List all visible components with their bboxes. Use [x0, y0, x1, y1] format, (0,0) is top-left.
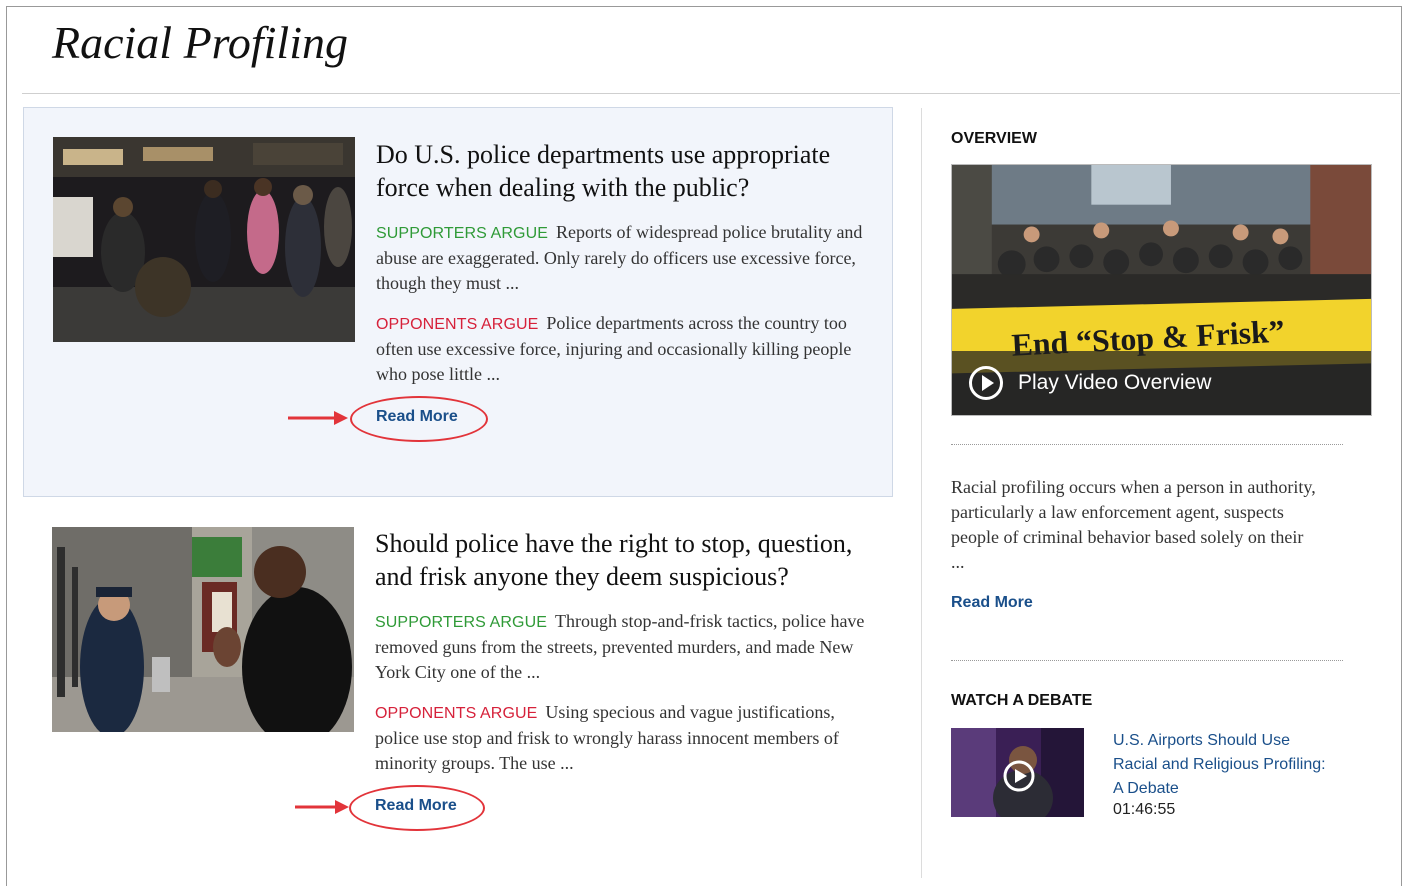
supporters-label: SUPPORTERS ARGUE — [376, 225, 549, 242]
debate-title-link[interactable]: U.S. Airports Should Use Racial and Reli… — [1113, 729, 1333, 801]
page-title: Racial Profiling — [52, 17, 348, 68]
overview-text: Racial profiling occurs when a person in… — [951, 477, 1316, 572]
play-video-bar[interactable]: Play Video Overview — [952, 351, 1371, 415]
highlight-arrow-icon — [288, 411, 348, 425]
highlight-arrow-icon — [295, 800, 349, 814]
watch-debate-heading: WATCH A DEBATE — [951, 692, 1093, 709]
opponents-label: OPPONENTS ARGUE — [376, 316, 539, 333]
issue-body-stop-and-frisk: Should police have the right to stop, qu… — [295, 527, 870, 833]
overview-read-more-link[interactable]: Read More — [951, 594, 1033, 612]
debate-duration: 01:46:55 — [1113, 801, 1176, 818]
column-divider — [921, 108, 922, 878]
play-video-label[interactable]: Play Video Overview — [1018, 371, 1211, 395]
overview-video[interactable]: End “Stop & Frisk” Play Video Overview — [951, 164, 1372, 416]
opponents-label: OPPONENTS ARGUE — [375, 705, 538, 722]
read-more-container: Read More — [295, 785, 870, 833]
read-more-link[interactable]: Read More — [376, 408, 458, 426]
supporters-argument: SUPPORTERS ARGUE Reports of widespread po… — [376, 220, 871, 296]
sidebar-divider — [951, 660, 1343, 661]
issue-photo-stop-and-frisk[interactable] — [52, 527, 354, 732]
issue-question[interactable]: Do U.S. police departments use appropria… — [376, 138, 871, 204]
read-more-link[interactable]: Read More — [375, 797, 457, 815]
issue-card-police-force: Do U.S. police departments use appropria… — [23, 107, 893, 497]
issue-card-stop-and-frisk: Should police have the right to stop, qu… — [23, 510, 893, 873]
issue-body-police-force: Do U.S. police departments use appropria… — [288, 138, 871, 444]
debate-video-thumbnail[interactable] — [951, 728, 1084, 817]
sidebar-divider — [951, 444, 1343, 445]
play-icon[interactable] — [969, 366, 1003, 400]
opponents-argument: OPPONENTS ARGUE Using specious and vague … — [375, 700, 870, 776]
title-divider — [22, 93, 1400, 94]
opponents-argument: OPPONENTS ARGUE Police departments across… — [376, 311, 871, 387]
read-more-container: Read More — [288, 396, 871, 444]
overview-heading: OVERVIEW — [951, 130, 1037, 147]
supporters-label: SUPPORTERS ARGUE — [375, 614, 548, 631]
issue-photo-police-force[interactable] — [53, 137, 355, 342]
supporters-argument: SUPPORTERS ARGUE Through stop-and-frisk t… — [375, 609, 870, 685]
issue-question[interactable]: Should police have the right to stop, qu… — [375, 527, 870, 593]
